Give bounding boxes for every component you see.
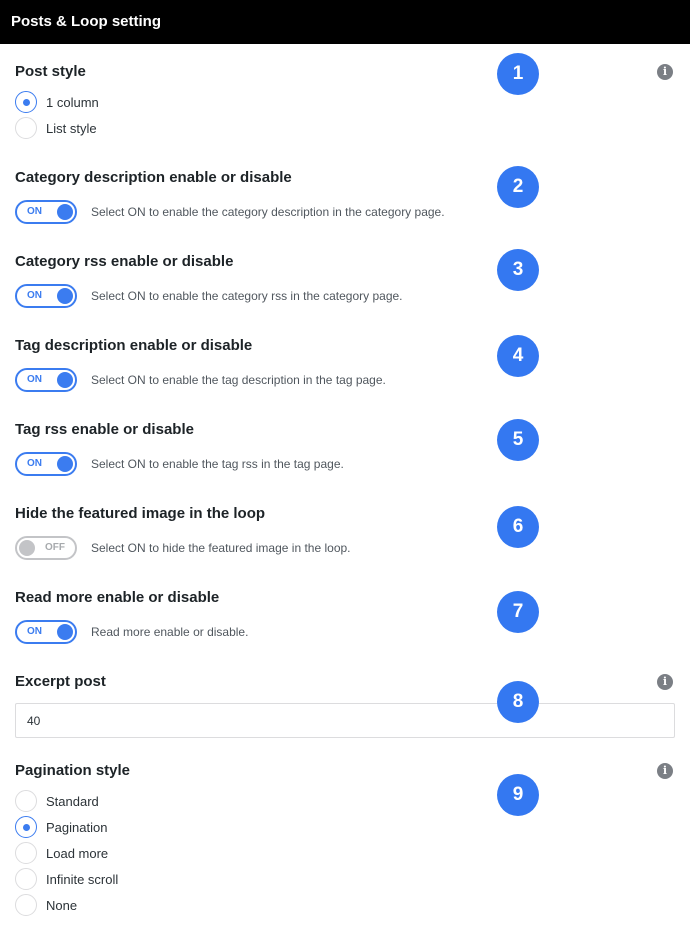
toggle-state: ON bbox=[27, 290, 42, 301]
excerpt-post-title: Excerpt post bbox=[15, 673, 106, 690]
hide-featured-image-title: Hide the featured image in the loop bbox=[15, 505, 266, 522]
step-badge: 9 bbox=[497, 774, 539, 816]
toggle-knob bbox=[57, 204, 73, 220]
step-badge: 7 bbox=[497, 591, 539, 633]
read-more-setting: ON Read more enable or disable. bbox=[15, 620, 248, 644]
radio-button[interactable] bbox=[15, 816, 37, 838]
toggle-knob bbox=[57, 372, 73, 388]
tag-description-toggle[interactable]: ON bbox=[15, 368, 77, 392]
toggle-description: Select ON to enable the tag description … bbox=[91, 373, 386, 387]
tag-rss-title: Tag rss enable or disable bbox=[15, 421, 194, 438]
step-badge: 6 bbox=[497, 506, 539, 548]
step-badge: 3 bbox=[497, 249, 539, 291]
category-rss-toggle[interactable]: ON bbox=[15, 284, 77, 308]
step-badge: 2 bbox=[497, 166, 539, 208]
toggle-description: Select ON to hide the featured image in … bbox=[91, 541, 351, 555]
radio-label: None bbox=[46, 897, 78, 913]
radio-option-list-style[interactable]: List style bbox=[15, 117, 97, 139]
toggle-description: Select ON to enable the category descrip… bbox=[91, 205, 445, 219]
toggle-state: ON bbox=[27, 206, 42, 217]
panel-header: Posts & Loop setting bbox=[0, 0, 690, 44]
category-rss-title: Category rss enable or disable bbox=[15, 253, 234, 270]
toggle-state: ON bbox=[27, 626, 42, 637]
radio-label: Standard bbox=[46, 793, 99, 809]
toggle-description: Read more enable or disable. bbox=[91, 625, 249, 639]
step-badge: 5 bbox=[497, 419, 539, 461]
step-badge: 4 bbox=[497, 335, 539, 377]
radio-option-infinite-scroll[interactable]: Infinite scroll bbox=[15, 868, 118, 890]
radio-option-standard[interactable]: Standard bbox=[15, 790, 99, 812]
hide-featured-image-setting: OFF Select ON to hide the featured image… bbox=[15, 536, 351, 560]
radio-label: Pagination bbox=[46, 819, 108, 835]
toggle-knob bbox=[57, 456, 73, 472]
info-icon[interactable]: i bbox=[657, 763, 673, 779]
toggle-description: Select ON to enable the tag rss in the t… bbox=[91, 457, 344, 471]
radio-button[interactable] bbox=[15, 91, 37, 113]
category-description-setting: ON Select ON to enable the category desc… bbox=[15, 200, 445, 224]
toggle-description: Select ON to enable the category rss in … bbox=[91, 289, 403, 303]
radio-button[interactable] bbox=[15, 842, 37, 864]
tag-description-setting: ON Select ON to enable the tag descripti… bbox=[15, 368, 386, 392]
radio-option-load-more[interactable]: Load more bbox=[15, 842, 108, 864]
radio-label: 1 column bbox=[46, 94, 99, 110]
radio-button[interactable] bbox=[15, 868, 37, 890]
category-description-toggle[interactable]: ON bbox=[15, 200, 77, 224]
category-description-title: Category description enable or disable bbox=[15, 169, 292, 186]
toggle-state: OFF bbox=[45, 542, 65, 553]
step-badge: 1 bbox=[497, 53, 539, 95]
radio-button[interactable] bbox=[15, 790, 37, 812]
radio-option-none[interactable]: None bbox=[15, 894, 77, 916]
radio-button[interactable] bbox=[15, 894, 37, 916]
read-more-title: Read more enable or disable bbox=[15, 589, 220, 606]
toggle-knob bbox=[57, 624, 73, 640]
toggle-state: ON bbox=[27, 458, 42, 469]
info-icon[interactable]: i bbox=[657, 64, 673, 80]
category-rss-setting: ON Select ON to enable the category rss … bbox=[15, 284, 403, 308]
post-style-title: Post style bbox=[15, 63, 86, 80]
radio-label: Infinite scroll bbox=[46, 871, 119, 887]
tag-rss-setting: ON Select ON to enable the tag rss in th… bbox=[15, 452, 344, 476]
panel-title: Posts & Loop setting bbox=[11, 13, 161, 30]
read-more-toggle[interactable]: ON bbox=[15, 620, 77, 644]
toggle-knob bbox=[19, 540, 35, 556]
step-badge: 8 bbox=[497, 681, 539, 723]
radio-option-pagination[interactable]: Pagination bbox=[15, 816, 107, 838]
radio-option-1-column[interactable]: 1 column bbox=[15, 91, 99, 113]
radio-label: Load more bbox=[46, 845, 109, 861]
pagination-style-title: Pagination style bbox=[15, 762, 131, 779]
toggle-knob bbox=[57, 288, 73, 304]
radio-button[interactable] bbox=[15, 117, 37, 139]
tag-description-title: Tag description enable or disable bbox=[15, 337, 253, 354]
hide-featured-image-toggle[interactable]: OFF bbox=[15, 536, 77, 560]
tag-rss-toggle[interactable]: ON bbox=[15, 452, 77, 476]
excerpt-length-input[interactable] bbox=[15, 703, 675, 738]
radio-label: List style bbox=[46, 120, 97, 136]
info-icon[interactable]: i bbox=[657, 674, 673, 690]
toggle-state: ON bbox=[27, 374, 42, 385]
